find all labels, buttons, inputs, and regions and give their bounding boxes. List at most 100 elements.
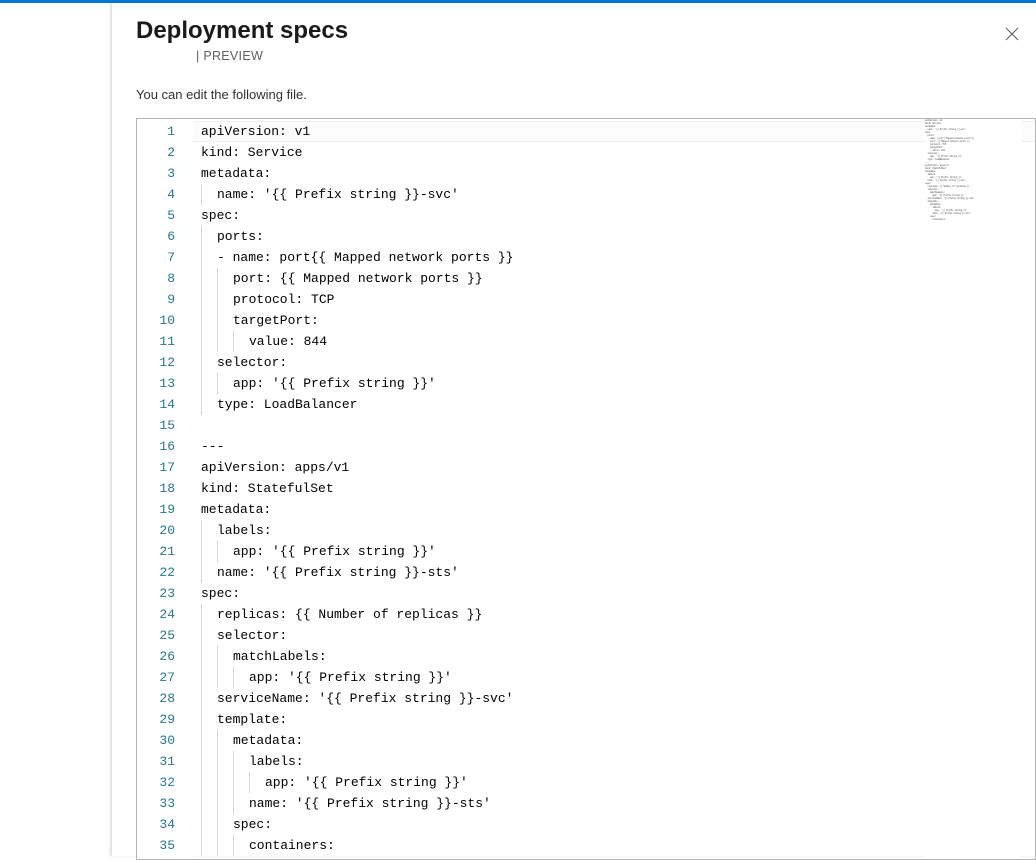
- code-line[interactable]: matchLabels:: [193, 646, 1035, 667]
- code-text: labels:: [217, 523, 272, 538]
- code-text: template:: [217, 712, 287, 727]
- code-text: apiVersion: v1: [193, 124, 310, 139]
- code-text: selector:: [217, 628, 287, 643]
- code-line[interactable]: name: '{{ Prefix string }}-sts': [193, 562, 1035, 583]
- code-text: metadata:: [193, 166, 271, 181]
- line-number: 5: [137, 205, 193, 226]
- code-line[interactable]: protocol: TCP: [193, 289, 1035, 310]
- code-line[interactable]: labels:: [193, 751, 1035, 772]
- code-line[interactable]: app: '{{ Prefix string }}': [193, 541, 1035, 562]
- code-line[interactable]: selector:: [193, 625, 1035, 646]
- code-text: spec:: [193, 208, 240, 223]
- line-number: 10: [137, 310, 193, 331]
- code-line[interactable]: metadata:: [193, 163, 1035, 184]
- code-line[interactable]: app: '{{ Prefix string }}': [193, 373, 1035, 394]
- code-line[interactable]: serviceName: '{{ Prefix string }}-svc': [193, 688, 1035, 709]
- code-area[interactable]: apiVersion: v1 kind: Service metadata: name…: [193, 119, 1035, 859]
- line-number: 33: [137, 793, 193, 814]
- code-line[interactable]: containers:: [193, 835, 1035, 856]
- close-button[interactable]: [998, 21, 1026, 49]
- code-line[interactable]: kind: Service: [193, 142, 1035, 163]
- line-number: 1: [137, 121, 193, 142]
- code-line[interactable]: kind: StatefulSet: [193, 478, 1035, 499]
- line-number: 7: [137, 247, 193, 268]
- code-line[interactable]: name: '{{ Prefix string }}-svc': [193, 184, 1035, 205]
- code-line[interactable]: type: LoadBalancer: [193, 394, 1035, 415]
- line-number: 27: [137, 667, 193, 688]
- vertical-scrollbar[interactable]: [1021, 119, 1035, 859]
- code-line[interactable]: metadata:: [193, 499, 1035, 520]
- line-number: 18: [137, 478, 193, 499]
- code-line[interactable]: - name: port{{ Mapped network ports }}: [193, 247, 1035, 268]
- line-number: 19: [137, 499, 193, 520]
- line-number: 21: [137, 541, 193, 562]
- code-line[interactable]: [193, 415, 1035, 436]
- line-number: 9: [137, 289, 193, 310]
- code-text: app: '{{ Prefix string }}': [265, 775, 468, 790]
- code-text: targetPort:: [233, 313, 319, 328]
- line-number: 16: [137, 436, 193, 457]
- code-line[interactable]: ports:: [193, 226, 1035, 247]
- line-number: 12: [137, 352, 193, 373]
- line-number: 2: [137, 142, 193, 163]
- line-number: 28: [137, 688, 193, 709]
- code-text: apiVersion: apps/v1: [193, 460, 349, 475]
- code-text: matchLabels:: [233, 649, 327, 664]
- line-number: 31: [137, 751, 193, 772]
- code-text: kind: Service: [193, 145, 302, 160]
- deployment-specs-panel: Deployment specs | PREVIEW You can edit …: [112, 3, 1036, 856]
- code-text: protocol: TCP: [233, 292, 334, 307]
- code-text: name: '{{ Prefix string }}-sts': [217, 565, 459, 580]
- code-text: labels:: [249, 754, 304, 769]
- code-line[interactable]: template:: [193, 709, 1035, 730]
- code-text: app: '{{ Prefix string }}': [233, 376, 436, 391]
- code-text: ---: [193, 439, 224, 454]
- code-editor[interactable]: 1234567891011121314151617181920212223242…: [136, 118, 1036, 860]
- line-number: 11: [137, 331, 193, 352]
- line-number: 22: [137, 562, 193, 583]
- code-text: containers:: [249, 838, 335, 853]
- line-number: 32: [137, 772, 193, 793]
- code-line[interactable]: labels:: [193, 520, 1035, 541]
- line-number: 6: [137, 226, 193, 247]
- panel-description: You can edit the following file.: [112, 63, 1036, 112]
- line-number: 8: [137, 268, 193, 289]
- code-text: kind: StatefulSet: [193, 481, 334, 496]
- code-text: replicas: {{ Number of replicas }}: [217, 607, 482, 622]
- code-text: app: '{{ Prefix string }}': [233, 544, 436, 559]
- code-line[interactable]: spec:: [193, 583, 1035, 604]
- code-text: value: 844: [249, 334, 327, 349]
- code-text: name: '{{ Prefix string }}-sts': [249, 796, 491, 811]
- code-line[interactable]: spec:: [193, 205, 1035, 226]
- code-line[interactable]: metadata:: [193, 730, 1035, 751]
- code-text: spec:: [233, 817, 272, 832]
- line-number: 30: [137, 730, 193, 751]
- line-number: 24: [137, 604, 193, 625]
- code-line[interactable]: app: '{{ Prefix string }}': [193, 772, 1035, 793]
- code-line[interactable]: targetPort:: [193, 310, 1035, 331]
- code-text: - name: port{{ Mapped network ports }}: [217, 250, 513, 265]
- code-line[interactable]: value: 844: [193, 331, 1035, 352]
- code-text: spec:: [193, 586, 240, 601]
- line-number: 29: [137, 709, 193, 730]
- panel-title: Deployment specs: [136, 13, 1012, 45]
- code-line[interactable]: ---: [193, 436, 1035, 457]
- code-line[interactable]: port: {{ Mapped network ports }}: [193, 268, 1035, 289]
- code-line[interactable]: app: '{{ Prefix string }}': [193, 667, 1035, 688]
- line-number: 20: [137, 520, 193, 541]
- code-text: ports:: [217, 229, 264, 244]
- line-number: 4: [137, 184, 193, 205]
- code-line[interactable]: selector:: [193, 352, 1035, 373]
- code-line[interactable]: spec:: [193, 814, 1035, 835]
- code-text: app: '{{ Prefix string }}': [249, 670, 452, 685]
- code-line[interactable]: name: '{{ Prefix string }}-sts': [193, 793, 1035, 814]
- code-line[interactable]: apiVersion: apps/v1: [193, 457, 1035, 478]
- code-text: metadata:: [233, 733, 303, 748]
- line-number: 25: [137, 625, 193, 646]
- minimap[interactable]: apiVersion: v1kind: Servicemetadata: nam…: [925, 119, 1021, 859]
- code-line[interactable]: apiVersion: v1: [193, 121, 1035, 142]
- code-line[interactable]: replicas: {{ Number of replicas }}: [193, 604, 1035, 625]
- code-text: metadata:: [193, 502, 271, 517]
- panel-subtitle: | PREVIEW: [136, 49, 1012, 63]
- line-number: 3: [137, 163, 193, 184]
